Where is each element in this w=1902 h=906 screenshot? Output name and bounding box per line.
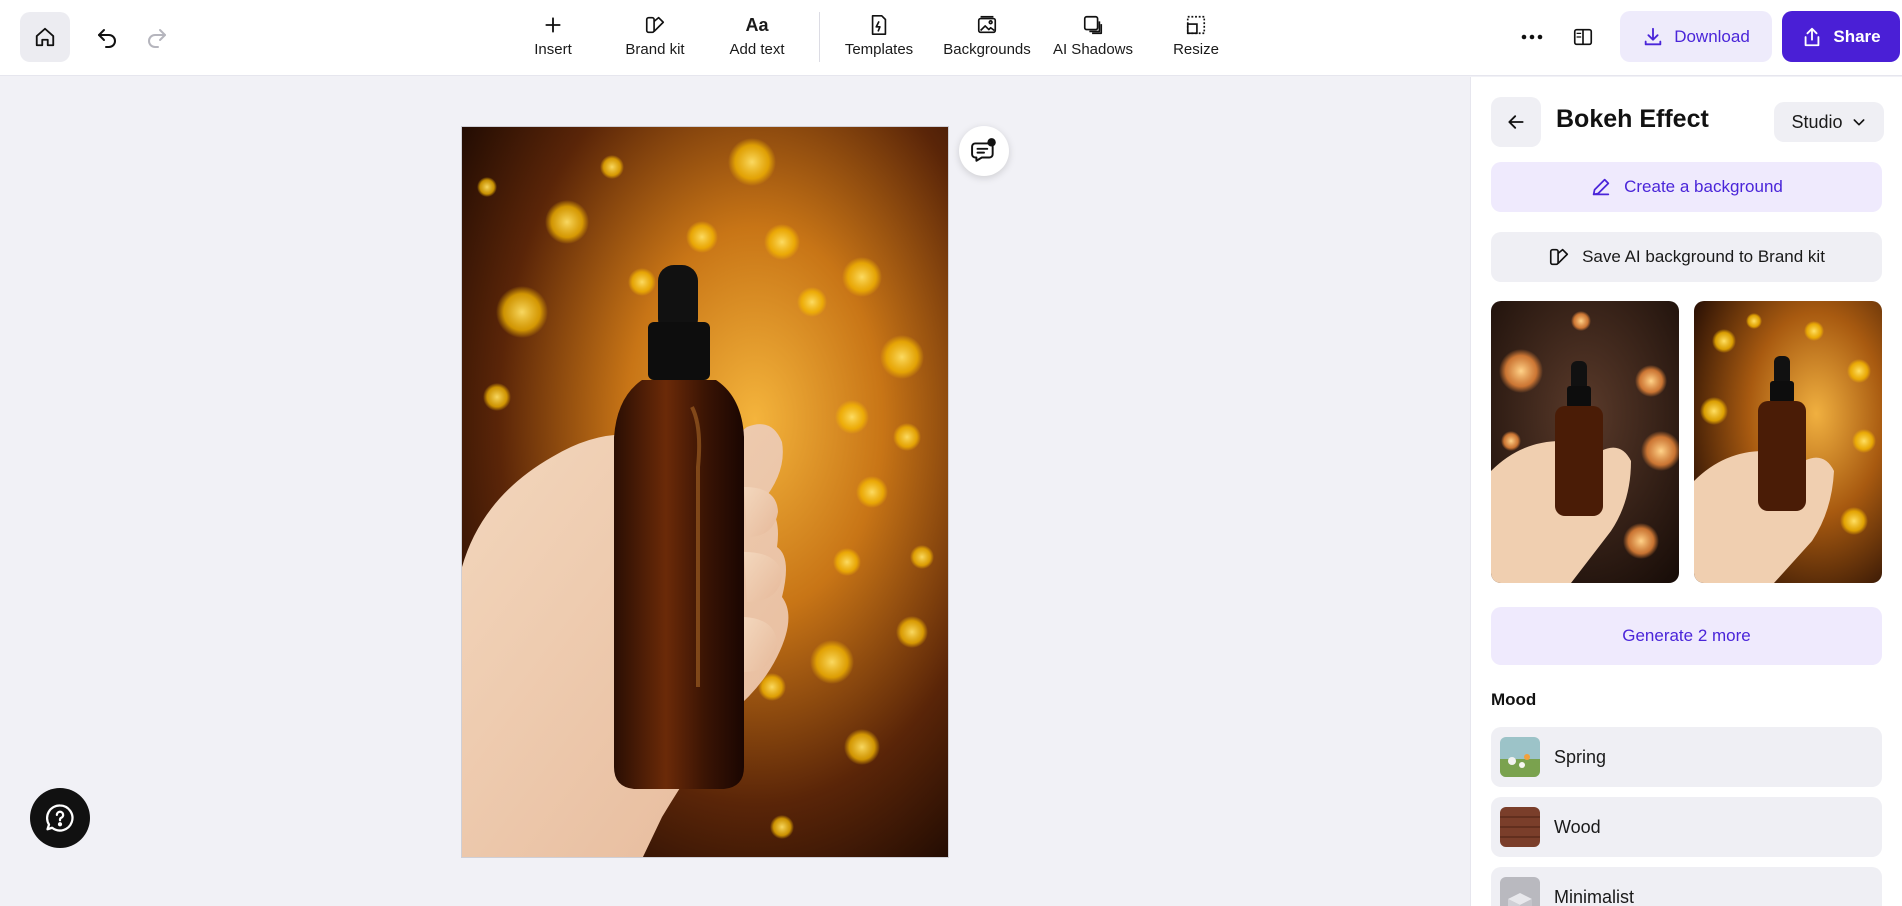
result-2-image (1694, 301, 1882, 583)
backgrounds-tool[interactable]: Backgrounds (940, 12, 1034, 64)
shadows-icon (1083, 15, 1103, 35)
arrow-left-icon (1508, 115, 1524, 129)
more-options-button[interactable] (1508, 12, 1556, 62)
background-result-1[interactable] (1491, 301, 1679, 583)
brand-kit-tool[interactable]: Brand kit (620, 12, 690, 64)
background-panel: Bokeh Effect Studio Create a background … (1470, 77, 1902, 906)
spring-thumbnail (1500, 737, 1540, 777)
download-button[interactable]: Download (1620, 11, 1772, 62)
home-icon (35, 27, 55, 47)
more-horizontal-icon (1521, 34, 1543, 40)
mood-item-spring[interactable]: Spring (1491, 727, 1882, 787)
ai-shadows-tool[interactable]: AI Shadows (1052, 12, 1134, 64)
save-to-brand-kit-label: Save AI background to Brand kit (1582, 247, 1825, 266)
backgrounds-label: Backgrounds (943, 41, 1031, 58)
mode-dropdown-value: Studio (1791, 111, 1843, 132)
templates-icon (871, 15, 887, 35)
wood-thumbnail (1500, 807, 1540, 847)
panel-title: Bokeh Effect (1556, 105, 1709, 133)
redo-button[interactable] (132, 12, 182, 62)
chevron-down-icon (1853, 119, 1864, 126)
mood-item-label: Wood (1554, 816, 1601, 837)
text-icon: Aa (745, 14, 769, 35)
home-button[interactable] (20, 12, 70, 62)
share-button[interactable]: Share (1782, 11, 1900, 62)
add-text-tool[interactable]: Aa Add text (724, 12, 790, 64)
help-chat-icon (46, 804, 74, 832)
mood-item-label: Spring (1554, 746, 1607, 767)
brand-kit-label: Brand kit (625, 41, 685, 58)
top-toolbar: Insert Brand kit Aa Add text Templates B… (0, 0, 1902, 76)
minimalist-thumbnail (1500, 877, 1540, 906)
download-label: Download (1674, 26, 1750, 46)
resize-icon (1186, 15, 1206, 35)
backgrounds-icon (977, 15, 997, 34)
generate-more-button[interactable]: Generate 2 more (1491, 607, 1882, 665)
templates-label: Templates (844, 41, 914, 58)
create-background-label: Create a background (1624, 177, 1783, 196)
ai-shadows-label: AI Shadows (1052, 41, 1134, 58)
download-icon (1644, 27, 1662, 45)
toolbar-divider (819, 12, 820, 62)
back-button[interactable] (1491, 97, 1541, 147)
product-photo-image (462, 127, 948, 857)
compare-icon (1573, 28, 1593, 46)
mood-heading: Mood (1491, 690, 1537, 709)
create-background-button[interactable]: Create a background (1491, 162, 1882, 212)
resize-label: Resize (1173, 41, 1219, 58)
undo-icon (98, 29, 116, 48)
plus-icon (545, 17, 561, 33)
mood-item-minimalist[interactable]: Minimalist (1491, 867, 1882, 906)
mood-item-wood[interactable]: Wood (1491, 797, 1882, 857)
brand-kit-icon (645, 16, 665, 34)
insert-tool[interactable]: Insert (528, 12, 578, 64)
save-to-brand-kit-button[interactable]: Save AI background to Brand kit (1491, 232, 1882, 282)
brand-kit-icon (1549, 248, 1569, 266)
generate-more-label: Generate 2 more (1622, 626, 1751, 645)
add-comment-button[interactable] (959, 126, 1009, 176)
pencil-icon (1592, 178, 1610, 196)
result-1-image (1491, 301, 1679, 583)
resize-tool[interactable]: Resize (1170, 12, 1222, 64)
templates-tool[interactable]: Templates (840, 12, 918, 64)
redo-icon (148, 29, 166, 48)
mood-item-label: Minimalist (1554, 886, 1635, 906)
product-photo[interactable] (461, 126, 949, 858)
help-button[interactable] (30, 788, 90, 848)
add-text-label: Add text (729, 41, 785, 58)
share-icon (1805, 27, 1820, 46)
insert-label: Insert (534, 41, 572, 58)
compare-view-button[interactable] (1558, 12, 1608, 62)
background-result-2[interactable] (1694, 301, 1882, 583)
mode-dropdown[interactable]: Studio (1774, 102, 1884, 142)
share-label: Share (1833, 26, 1881, 46)
comment-icon (971, 138, 996, 162)
undo-button[interactable] (82, 12, 132, 62)
